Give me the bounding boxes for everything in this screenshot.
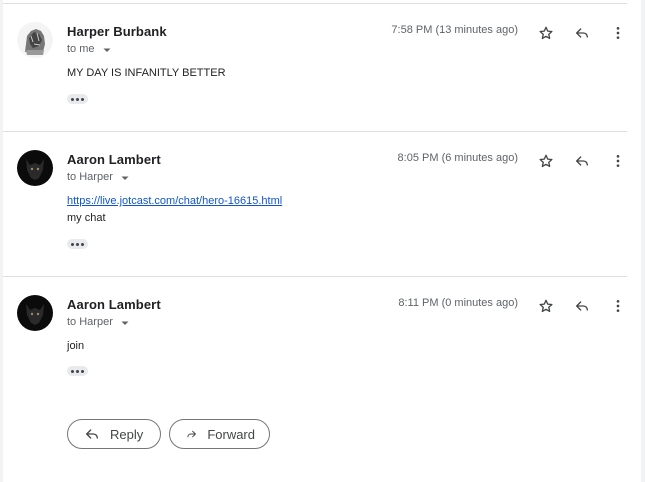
show-trimmed-content-button[interactable] <box>67 94 88 104</box>
show-trimmed-content-button[interactable] <box>67 366 88 376</box>
caret-down-icon[interactable] <box>119 172 131 184</box>
message-link[interactable]: https://live.jotcast.com/chat/hero-16615… <box>67 195 282 207</box>
recipient-text: to Harper <box>67 171 113 183</box>
star-icon[interactable] <box>534 149 558 173</box>
recipient-line[interactable]: to Harper <box>67 315 131 329</box>
recipient-line[interactable]: to me <box>67 42 113 56</box>
message-3[interactable]: Aaron Lambert to Harper 8:11 PM (0 minut… <box>3 277 641 387</box>
sender-name[interactable]: Harper Burbank <box>67 24 167 39</box>
timestamp: 7:58 PM (13 minutes ago) <box>391 24 518 36</box>
reply-icon[interactable] <box>570 149 594 173</box>
reply-icon[interactable] <box>570 21 594 45</box>
avatar[interactable] <box>17 22 53 58</box>
recipient-line[interactable]: to Harper <box>67 170 131 184</box>
reply-label: Reply <box>110 426 144 442</box>
sender-name[interactable]: Aaron Lambert <box>67 152 161 167</box>
sender-name[interactable]: Aaron Lambert <box>67 297 161 312</box>
reply-icon[interactable] <box>570 294 594 318</box>
caret-down-icon[interactable] <box>101 44 113 56</box>
message-2[interactable]: Aaron Lambert to Harper 8:05 PM (6 minut… <box>3 132 641 276</box>
forward-arrow-icon <box>187 430 196 438</box>
recipient-text: to Harper <box>67 316 113 328</box>
more-vert-icon[interactable] <box>606 149 630 173</box>
forward-label: Forward <box>207 426 255 442</box>
forward-button[interactable]: Forward <box>169 419 270 449</box>
thread-actions: Reply Forward <box>67 419 270 449</box>
avatar[interactable] <box>17 295 53 331</box>
more-vert-icon[interactable] <box>606 21 630 45</box>
reply-arrow-icon <box>86 429 98 439</box>
email-thread: Harper Burbank to me 7:58 PM (13 minutes… <box>3 0 641 482</box>
message-body: MY DAY IS INFANITLY BETTER <box>67 67 226 79</box>
show-trimmed-content-button[interactable] <box>67 239 88 249</box>
reply-button[interactable]: Reply <box>67 419 161 449</box>
avatar[interactable] <box>17 150 53 186</box>
message-body: join <box>67 340 85 352</box>
timestamp: 8:05 PM (6 minutes ago) <box>397 152 518 164</box>
recipient-text: to me <box>67 43 95 55</box>
more-vert-icon[interactable] <box>606 294 630 318</box>
star-icon[interactable] <box>534 21 558 45</box>
message-body: my chat <box>67 212 106 224</box>
star-icon[interactable] <box>534 294 558 318</box>
message-1[interactable]: Harper Burbank to me 7:58 PM (13 minutes… <box>3 4 641 131</box>
timestamp: 8:11 PM (0 minutes ago) <box>398 297 518 309</box>
caret-down-icon[interactable] <box>119 317 131 329</box>
